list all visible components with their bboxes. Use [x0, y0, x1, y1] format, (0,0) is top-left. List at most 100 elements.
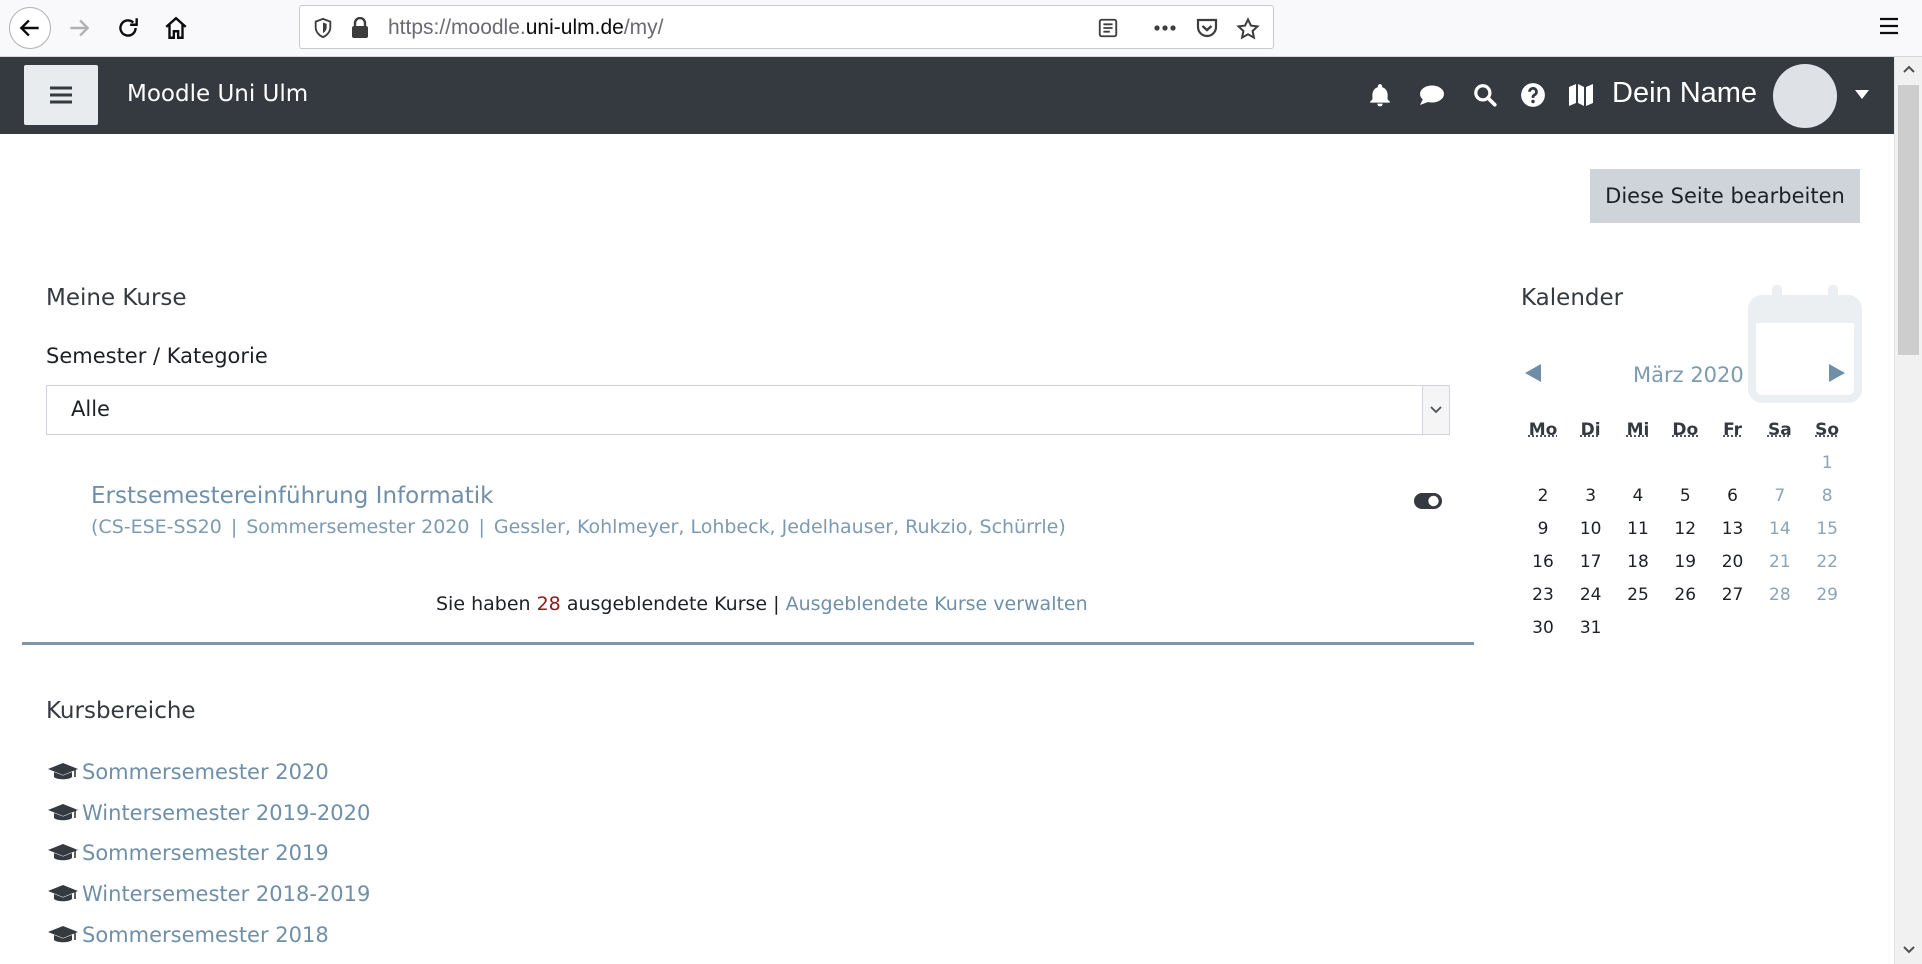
calendar-empty-cell	[1614, 612, 1661, 645]
category-link[interactable]: Wintersemester 2018-2019	[82, 882, 370, 906]
tracking-shield-icon[interactable]	[312, 17, 334, 39]
user-name[interactable]: Dein Name	[1612, 77, 1757, 110]
my-courses-title: Meine Kurse	[46, 285, 187, 311]
back-arrow-icon	[19, 19, 39, 37]
forward-button[interactable]	[58, 7, 100, 49]
calendar-day[interactable]: 25	[1614, 579, 1661, 612]
calendar-day[interactable]: 15	[1803, 513, 1850, 546]
url-host: uni-ulm.de	[525, 16, 624, 39]
scroll-up-icon[interactable]	[1903, 65, 1915, 73]
back-button[interactable]	[9, 7, 51, 49]
calendar-day[interactable]: 14	[1756, 513, 1803, 546]
category-link[interactable]: Sommersemester 2020	[82, 760, 329, 784]
category-link[interactable]: Sommersemester 2019	[82, 841, 329, 865]
calendar-day[interactable]: 1	[1803, 447, 1850, 480]
course-semester: Sommersemester 2020	[246, 516, 470, 538]
calendar-day[interactable]: 20	[1709, 546, 1756, 579]
calendar-day[interactable]: 18	[1614, 546, 1661, 579]
calendar-day[interactable]: 22	[1803, 546, 1850, 579]
calendar-day[interactable]: 3	[1567, 480, 1614, 513]
calendar-day[interactable]: 27	[1709, 579, 1756, 612]
calendar-day[interactable]: 13	[1709, 513, 1756, 546]
list-item[interactable]: Sommersemester 2020	[46, 752, 370, 793]
forward-arrow-icon	[70, 19, 90, 37]
scrollbar-thumb[interactable]	[1898, 85, 1919, 355]
calendar-day[interactable]: 10	[1567, 513, 1614, 546]
manage-hidden-courses-link[interactable]: Ausgeblendete Kurse verwalten	[786, 593, 1088, 615]
calendar-prev-month-icon[interactable]	[1524, 363, 1542, 383]
bell-icon[interactable]	[1367, 82, 1393, 108]
map-icon[interactable]	[1567, 82, 1595, 108]
edit-page-button[interactable]: Diese Seite bearbeiten	[1590, 169, 1860, 223]
pocket-icon[interactable]	[1195, 17, 1219, 39]
calendar-next-month-icon[interactable]	[1828, 363, 1846, 383]
calendar-day[interactable]: 16	[1519, 546, 1567, 579]
semester-filter-select[interactable]: Alle	[46, 385, 1450, 435]
calendar-title: Kalender	[1521, 285, 1624, 311]
course-categories-title: Kursbereiche	[46, 698, 196, 724]
calendar-empty-cell	[1519, 447, 1567, 480]
calendar-day[interactable]: 2	[1519, 480, 1567, 513]
help-icon[interactable]	[1520, 82, 1546, 108]
hidden-courses-suffix: ausgeblendete Kurse |	[560, 593, 786, 615]
course-meta-separator: |	[478, 516, 485, 538]
url-text[interactable]: https://moodle.uni-ulm.de/my/	[388, 16, 663, 40]
bookmark-star-icon[interactable]	[1236, 17, 1260, 41]
calendar-day[interactable]: 9	[1519, 513, 1567, 546]
list-item[interactable]: Wintersemester 2018-2019	[46, 874, 370, 915]
calendar-day[interactable]: 30	[1519, 612, 1567, 645]
url-bar[interactable]: https://moodle.uni-ulm.de/my/	[299, 5, 1274, 49]
lock-icon[interactable]	[350, 17, 370, 39]
weekday-header: Mo	[1528, 420, 1558, 440]
list-item[interactable]: Wintersemester 2019-2020	[46, 793, 370, 834]
weekday-header: So	[1815, 420, 1840, 440]
search-icon[interactable]	[1472, 82, 1498, 108]
calendar-week-row: 23 24 25 26 27 28 29	[1519, 579, 1861, 612]
avatar[interactable]	[1773, 64, 1837, 128]
chevron-down-icon[interactable]	[1855, 90, 1869, 99]
calendar-day[interactable]: 4	[1614, 480, 1661, 513]
hidden-courses-count: 28	[536, 593, 561, 615]
calendar-day[interactable]: 23	[1519, 579, 1567, 612]
site-name[interactable]: Moodle Uni Ulm	[127, 81, 308, 107]
calendar-day[interactable]: 8	[1803, 480, 1850, 513]
home-button[interactable]	[155, 7, 197, 49]
course-meta-separator: |	[230, 516, 238, 538]
category-link[interactable]: Wintersemester 2019-2020	[82, 801, 370, 825]
calendar-day[interactable]: 31	[1567, 612, 1614, 645]
calendar-day[interactable]: 17	[1567, 546, 1614, 579]
list-item[interactable]: Sommersemester 2019	[46, 833, 370, 874]
hamburger-icon	[50, 86, 72, 104]
calendar-day[interactable]: 6	[1709, 480, 1756, 513]
nav-drawer-toggle[interactable]	[24, 65, 98, 125]
reader-view-icon[interactable]	[1097, 17, 1119, 39]
list-item[interactable]: Sommersemester 2018	[46, 914, 370, 955]
select-arrow[interactable]	[1422, 386, 1449, 434]
page-actions-icon[interactable]	[1152, 17, 1178, 39]
course-link[interactable]: Erstsemestereinführung Informatik	[91, 483, 493, 509]
graduation-cap-icon	[48, 925, 78, 942]
calendar-day[interactable]: 21	[1756, 546, 1803, 579]
calendar-month[interactable]: März 2020	[1633, 363, 1744, 387]
course-visibility-toggle-icon[interactable]	[1413, 492, 1443, 510]
calendar-day[interactable]: 12	[1662, 513, 1709, 546]
browser-menu-icon[interactable]	[1878, 15, 1900, 37]
weekday-header: Mi	[1626, 420, 1650, 440]
page-scrollbar[interactable]	[1894, 57, 1922, 964]
scroll-down-icon[interactable]	[1903, 946, 1915, 954]
calendar-day[interactable]: 5	[1662, 480, 1709, 513]
calendar-day[interactable]: 28	[1756, 579, 1803, 612]
calendar-day[interactable]: 26	[1662, 579, 1709, 612]
calendar-day[interactable]: 19	[1662, 546, 1709, 579]
graduation-cap-icon	[48, 844, 78, 861]
chat-icon[interactable]	[1418, 82, 1446, 108]
calendar-day[interactable]: 7	[1756, 480, 1803, 513]
calendar-day[interactable]: 11	[1614, 513, 1661, 546]
calendar-weeks: 1 2 3 4 5 6 7 8 9 10 11 12 13 14 15 16 17 18 19 20 21 22 23 24 2…	[1519, 447, 1861, 645]
calendar-day[interactable]: 29	[1803, 579, 1850, 612]
calendar-week-row: 2345678	[1519, 480, 1861, 513]
calendar-empty-cell	[1756, 612, 1803, 645]
category-link[interactable]: Sommersemester 2018	[82, 923, 329, 947]
reload-button[interactable]	[107, 7, 149, 49]
calendar-day[interactable]: 24	[1567, 579, 1614, 612]
